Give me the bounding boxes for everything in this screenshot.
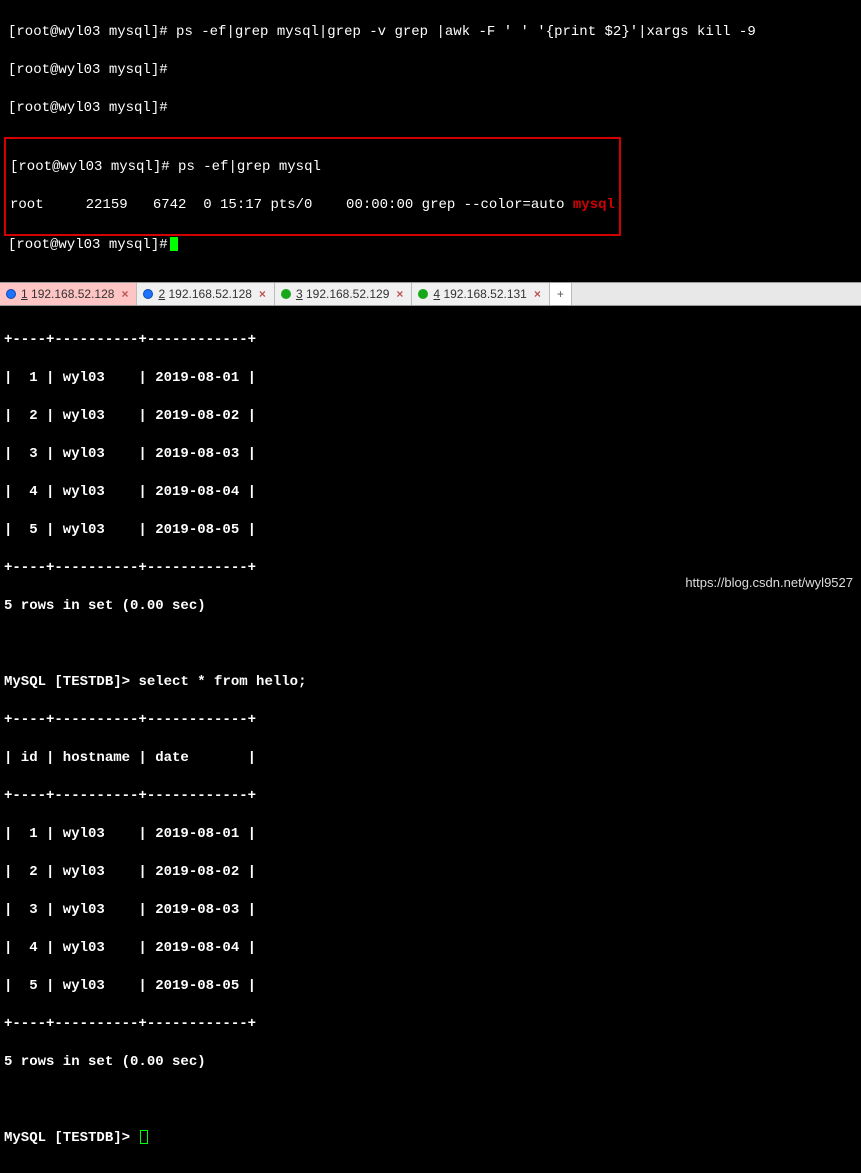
table-row: | 3 | wyl03 | 2019-08-03 | (4, 901, 857, 920)
shell-prompt: [root@wyl03 mysql]# (10, 159, 170, 175)
terminal-line: MySQL [TESTDB]> select * from hello; (4, 673, 857, 692)
result-summary: 5 rows in set (0.00 sec) (4, 1053, 857, 1072)
tab-close-button[interactable]: × (394, 287, 405, 301)
tab-label: 192.168.52.129 (306, 287, 389, 301)
sql-query: select * from hello; (138, 674, 306, 690)
command-text: ps -ef|grep mysql (178, 159, 321, 175)
new-tab-button[interactable]: + (550, 283, 572, 305)
tab-label: 192.168.52.131 (443, 287, 526, 301)
tab-4[interactable]: 4 192.168.52.131 × (412, 283, 549, 305)
tab-label: 192.168.52.128 (31, 287, 114, 301)
table-row: | 4 | wyl03 | 2019-08-04 | (4, 483, 857, 502)
cursor-icon (170, 237, 178, 251)
top-terminal[interactable]: [root@wyl03 mysql]# ps -ef|grep mysql|gr… (0, 0, 861, 282)
table-border: +----+----------+------------+ (4, 1015, 857, 1034)
terminal-line: [root@wyl03 mysql]# (8, 99, 853, 118)
tab-close-button[interactable]: × (119, 287, 130, 301)
tab-number: 2 (158, 287, 165, 301)
tab-1[interactable]: 1 192.168.52.128 × (0, 283, 137, 305)
table-border: +----+----------+------------+ (4, 711, 857, 730)
blank-line (4, 1091, 857, 1110)
tab-spacer (572, 283, 861, 305)
mysql-prompt: MySQL [TESTDB]> (4, 1130, 130, 1146)
status-dot-icon (281, 289, 291, 299)
shell-prompt: [root@wyl03 mysql]# (8, 62, 168, 78)
cursor-icon (140, 1130, 148, 1144)
status-dot-icon (6, 289, 16, 299)
table-row: | 5 | wyl03 | 2019-08-05 | (4, 977, 857, 996)
grep-match: mysql (573, 197, 615, 213)
mysql-prompt: MySQL [TESTDB]> (4, 674, 130, 690)
terminal-line: [root@wyl03 mysql]# ps -ef|grep mysql|gr… (8, 23, 853, 42)
tab-number: 4 (433, 287, 440, 301)
tab-close-button[interactable]: × (257, 287, 268, 301)
terminal-line: [root@wyl03 mysql]# ps -ef|grep mysql (10, 158, 615, 177)
table-row: | 2 | wyl03 | 2019-08-02 | (4, 407, 857, 426)
table-row: | 1 | wyl03 | 2019-08-01 | (4, 825, 857, 844)
status-dot-icon (143, 289, 153, 299)
table-row: | 1 | wyl03 | 2019-08-01 | (4, 369, 857, 388)
ps-output: root 22159 6742 0 15:17 pts/0 00:00:00 g… (10, 197, 573, 213)
table-header: | id | hostname | date | (4, 749, 857, 768)
table-row: | 3 | wyl03 | 2019-08-03 | (4, 445, 857, 464)
tab-3[interactable]: 3 192.168.52.129 × (275, 283, 412, 305)
highlighted-block: [root@wyl03 mysql]# ps -ef|grep mysql ro… (4, 137, 621, 236)
tab-number: 3 (296, 287, 303, 301)
table-border: +----+----------+------------+ (4, 331, 857, 350)
shell-prompt: [root@wyl03 mysql]# (8, 24, 168, 40)
table-border: +----+----------+------------+ (4, 787, 857, 806)
table-row: | 4 | wyl03 | 2019-08-04 | (4, 939, 857, 958)
terminal-line: [root@wyl03 mysql]# (8, 236, 853, 255)
tab-close-button[interactable]: × (532, 287, 543, 301)
shell-prompt: [root@wyl03 mysql]# (8, 100, 168, 116)
bottom-terminal[interactable]: +----+----------+------------+ | 1 | wyl… (0, 306, 861, 1173)
table-row: | 2 | wyl03 | 2019-08-02 | (4, 863, 857, 882)
terminal-line: root 22159 6742 0 15:17 pts/0 00:00:00 g… (10, 196, 615, 215)
terminal-line: MySQL [TESTDB]> (4, 1129, 857, 1148)
result-summary: 5 rows in set (0.00 sec) (4, 597, 857, 616)
shell-prompt: [root@wyl03 mysql]# (8, 237, 168, 253)
tab-label: 192.168.52.128 (169, 287, 252, 301)
tab-bar: 1 192.168.52.128 × 2 192.168.52.128 × 3 … (0, 282, 861, 306)
status-dot-icon (418, 289, 428, 299)
table-row: | 5 | wyl03 | 2019-08-05 | (4, 521, 857, 540)
tab-number: 1 (21, 287, 28, 301)
watermark: https://blog.csdn.net/wyl9527 (685, 575, 853, 590)
tab-2[interactable]: 2 192.168.52.128 × (137, 283, 274, 305)
blank-line (4, 635, 857, 654)
command-text: ps -ef|grep mysql|grep -v grep |awk -F '… (168, 24, 756, 40)
terminal-line: [root@wyl03 mysql]# (8, 61, 853, 80)
